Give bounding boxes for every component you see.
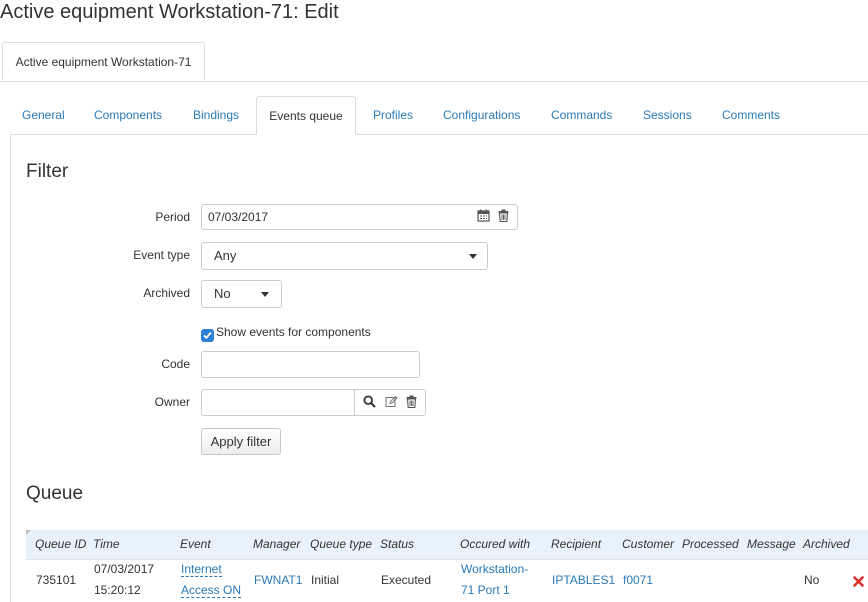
cell-status: Executed xyxy=(381,573,432,587)
tab-components[interactable]: Components xyxy=(94,96,162,134)
chevron-down-icon xyxy=(469,254,477,259)
tab-sessions[interactable]: Sessions xyxy=(643,96,692,134)
period-label: Period xyxy=(155,210,190,224)
code-label: Code xyxy=(161,357,190,371)
apply-filter-button[interactable]: Apply filter xyxy=(201,428,281,455)
trash-icon[interactable] xyxy=(498,209,509,225)
col-customer[interactable]: Customer xyxy=(622,530,674,559)
panel-border xyxy=(10,134,11,602)
col-archived[interactable]: Archived xyxy=(803,530,850,559)
col-queue-id[interactable]: Queue ID xyxy=(35,530,86,559)
cell-occured-link-2[interactable]: 71 Port 1 xyxy=(461,580,510,601)
cell-customer-link[interactable]: f0071 xyxy=(623,570,653,591)
tab-comments[interactable]: Comments xyxy=(722,96,780,134)
col-occured-with[interactable]: Occured with xyxy=(460,530,530,559)
cell-queue-id: 735101 xyxy=(36,573,77,587)
cell-time-date: 07/03/2017 xyxy=(94,562,155,576)
tab-commands[interactable]: Commands xyxy=(551,96,612,134)
period-addon xyxy=(469,204,518,230)
archived-label: Archived xyxy=(143,286,190,300)
col-manager[interactable]: Manager xyxy=(253,530,300,559)
event-type-select[interactable]: Any xyxy=(201,242,488,270)
show-components-checkbox[interactable] xyxy=(201,329,214,342)
cell-event-link-2[interactable]: Access ON xyxy=(181,580,242,601)
corner-mark xyxy=(26,530,31,535)
event-type-label: Event type xyxy=(133,248,190,262)
tab-events-queue[interactable]: Events queue xyxy=(256,96,356,135)
code-input[interactable] xyxy=(201,351,420,378)
archived-select[interactable]: No xyxy=(201,280,282,308)
cell-event-link[interactable]: Internet xyxy=(181,559,222,580)
col-recipient[interactable]: Recipient xyxy=(551,530,601,559)
edit-icon[interactable] xyxy=(385,395,398,411)
calendar-icon[interactable] xyxy=(477,209,490,225)
col-queue-type[interactable]: Queue type xyxy=(310,530,372,559)
tab-general[interactable]: General xyxy=(22,96,65,134)
cell-recipient-link[interactable]: IPTABLES1 xyxy=(552,570,615,591)
cell-occured-link[interactable]: Workstation- xyxy=(461,559,528,580)
tab-workstation[interactable]: Active equipment Workstation-71 xyxy=(2,42,205,81)
show-components-label: Show events for components xyxy=(216,325,371,339)
page-title: Active equipment Workstation-71: Edit xyxy=(0,1,339,23)
search-icon[interactable] xyxy=(363,394,376,411)
owner-addon xyxy=(354,389,426,416)
tab-bindings[interactable]: Bindings xyxy=(193,96,239,134)
event-type-value: Any xyxy=(214,248,237,263)
event-line-2: Access ON xyxy=(181,583,242,598)
col-time[interactable]: Time xyxy=(93,530,120,559)
outer-tab-divider xyxy=(0,81,868,82)
queue-heading: Queue xyxy=(26,483,84,504)
col-event[interactable]: Event xyxy=(180,530,211,559)
owner-label: Owner xyxy=(154,395,190,409)
delete-icon[interactable] xyxy=(853,575,864,590)
cell-manager-link[interactable]: FWNAT1 xyxy=(254,570,302,591)
col-message[interactable]: Message xyxy=(747,530,796,559)
chevron-down-icon xyxy=(261,292,269,297)
event-line-1: Internet xyxy=(181,562,222,577)
tab-configurations[interactable]: Configurations xyxy=(443,96,520,134)
filter-heading: Filter xyxy=(26,161,69,182)
trash-icon[interactable] xyxy=(406,395,417,411)
table-header xyxy=(26,530,868,559)
cell-archived: No xyxy=(804,573,820,587)
col-processed[interactable]: Processed xyxy=(682,530,739,559)
archived-value: No xyxy=(214,286,231,301)
tab-profiles[interactable]: Profiles xyxy=(373,96,413,134)
inner-tab-divider xyxy=(10,134,868,135)
period-input[interactable]: 07/03/2017 xyxy=(201,204,470,230)
cell-time-clock: 15:20:12 xyxy=(94,583,141,597)
owner-input[interactable] xyxy=(201,389,355,416)
col-status[interactable]: Status xyxy=(380,530,414,559)
cell-queue-type: Initial xyxy=(311,573,340,587)
